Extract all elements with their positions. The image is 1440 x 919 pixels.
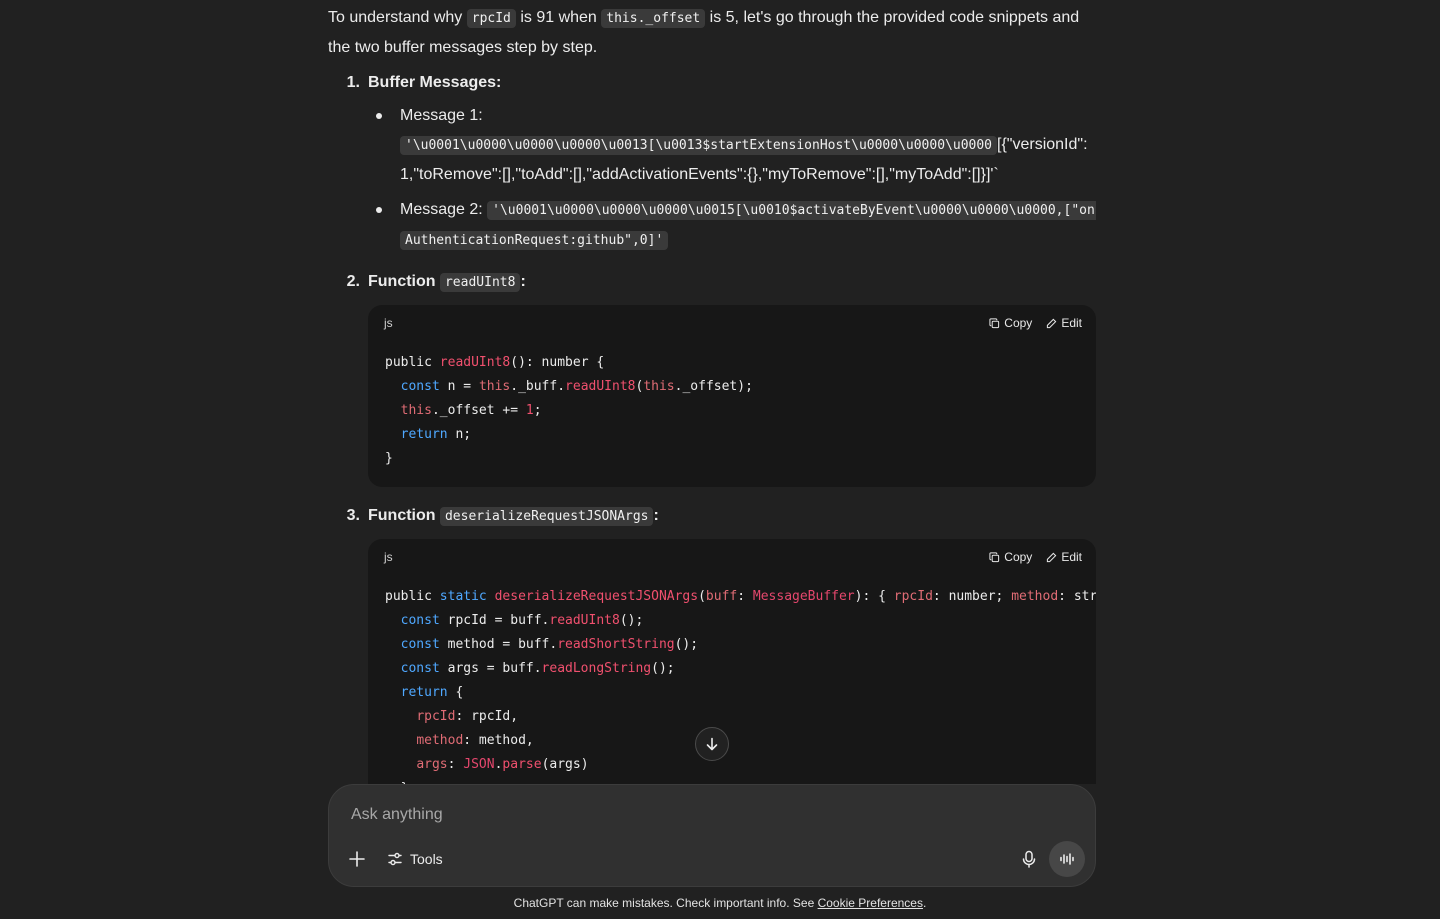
section-readuint8: 2. Function readUInt8: js Copy Edit publ… [328, 267, 1096, 497]
copy-button[interactable]: Copy [989, 309, 1032, 338]
dictate-button[interactable] [1013, 843, 1045, 875]
voice-mode-icon [1060, 853, 1074, 865]
section-title-suffix: : [653, 507, 659, 524]
edit-button[interactable]: Edit [1046, 309, 1082, 338]
list-item-message-1: Message 1: '\u0001\u0000\u0000\u0000\u00… [368, 101, 1096, 189]
copy-icon [989, 317, 1000, 328]
edit-label: Edit [1061, 315, 1082, 330]
code-block: js Copy Edit public readUInt8(): number … [368, 305, 1096, 487]
inline-code-rpcid: rpcId [466, 9, 516, 28]
arrow-down-icon [706, 737, 718, 751]
voice-mode-button[interactable] [1049, 841, 1085, 877]
mic-icon [1022, 850, 1036, 868]
copy-label: Copy [1004, 549, 1033, 564]
copy-icon [989, 551, 1000, 562]
code-block-header: js Copy Edit [368, 305, 1096, 341]
copy-label: Copy [1004, 315, 1033, 330]
list-item-message-2: Message 2: '\u0001\u0000\u0000\u0000\u00… [368, 195, 1096, 255]
disclaimer-text: ChatGPT can make mistakes. Check importa… [513, 896, 818, 910]
message-2-label: Message 2: [400, 201, 488, 218]
section-number: 3. [346, 507, 360, 524]
intro-text-2: is 91 when [515, 9, 602, 26]
cookie-preferences-link[interactable]: Cookie Preferences [818, 896, 923, 910]
section-title-prefix: Function [368, 507, 440, 524]
section-title: Function readUInt8: [368, 267, 1096, 297]
tools-button[interactable]: Tools [383, 845, 447, 873]
section-number: 2. [346, 273, 360, 290]
inline-code-offset: this._offset [601, 9, 706, 28]
prompt-input[interactable] [349, 803, 1053, 827]
code-block-header: js Copy Edit [368, 539, 1096, 575]
message-2-code: '\u0001\u0000\u0000\u0000\u0015[\u0010$a… [400, 201, 1096, 250]
section-title-prefix: Function [368, 273, 440, 290]
composer: Tools [328, 784, 1096, 887]
message-1-label: Message 1: [400, 107, 483, 124]
section-title-code: deserializeRequestJSONArgs [439, 507, 654, 526]
section-number: 1. [346, 74, 360, 91]
edit-label: Edit [1061, 549, 1082, 564]
tools-label: Tools [410, 851, 443, 867]
edit-icon [1047, 318, 1057, 328]
copy-button[interactable]: Copy [989, 543, 1032, 572]
tools-icon [388, 852, 402, 866]
intro-text-1: To understand why [328, 9, 467, 26]
code-block: js Copy Edit public static deserializeRe… [368, 539, 1096, 784]
intro-paragraph: To understand why rpcId is 91 when this.… [328, 3, 1096, 62]
section-title-suffix: : [520, 273, 526, 290]
section-title-code: readUInt8 [439, 273, 521, 292]
code-language: js [384, 315, 393, 330]
chat-response: To understand why rpcId is 91 when this.… [328, 0, 1096, 784]
disclaimer-footer: ChatGPT can make mistakes. Check importa… [0, 896, 1440, 910]
add-attachment-button[interactable] [341, 843, 373, 875]
plus-icon [349, 851, 365, 867]
message-1-code: '\u0001\u0000\u0000\u0000\u0013[\u0013$s… [400, 136, 997, 155]
section-title: Buffer Messages: [368, 74, 502, 91]
disclaimer-end: . [922, 896, 927, 910]
section-buffer-messages: 1. Buffer Messages: Message 1: '\u0001\u… [328, 68, 1096, 261]
scroll-to-bottom-button[interactable] [695, 727, 729, 761]
section-title: Function deserializeRequestJSONArgs: [368, 501, 1096, 531]
message-list: Message 1: '\u0001\u0000\u0000\u0000\u00… [368, 101, 1096, 255]
code-content: public readUInt8(): number { const n = t… [385, 355, 753, 466]
edit-icon [1047, 552, 1057, 562]
code-content: public static deserializeRequestJSONArgs… [385, 589, 1096, 784]
code-language: js [384, 549, 393, 564]
edit-button[interactable]: Edit [1046, 543, 1082, 572]
